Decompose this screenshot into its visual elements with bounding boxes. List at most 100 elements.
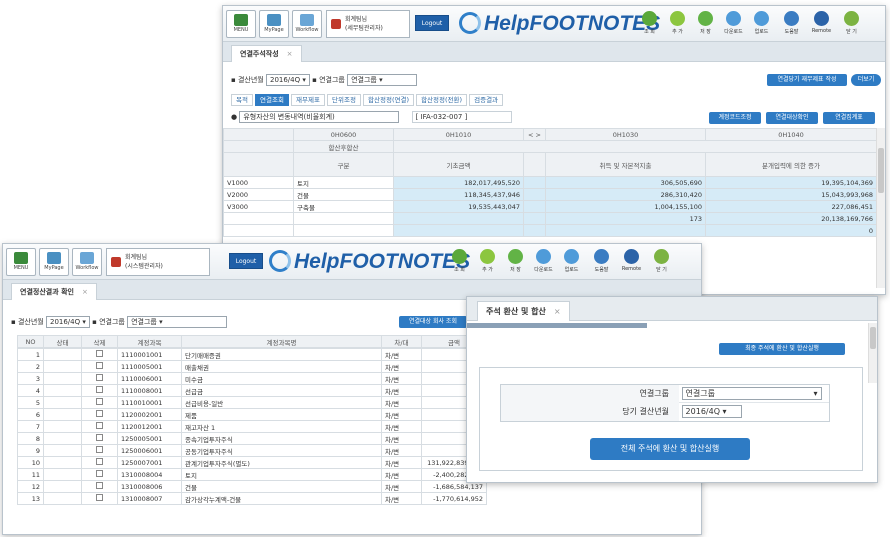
- add-button[interactable]: 추 가: [665, 10, 690, 38]
- row-checkbox[interactable]: [96, 482, 103, 489]
- table-row[interactable]: 13 1310008007 감가상각누계액-건물 차/변 -1,770,614,952: [17, 492, 487, 505]
- mypage-button[interactable]: MyPage: [39, 248, 69, 276]
- subtab-unit[interactable]: 단위조정: [327, 94, 361, 106]
- mypage-icon: [47, 252, 61, 264]
- close-button[interactable]: 닫 기: [649, 248, 674, 276]
- run-all-convert-button[interactable]: 전체 주석에 환산 및 합산실행: [590, 438, 750, 460]
- more-button[interactable]: 더보기: [851, 74, 881, 86]
- period-select[interactable]: 2016/4Q ▾: [45, 316, 90, 328]
- user-info: 회계팀님 (시스템관리자): [106, 248, 210, 276]
- tab-consolidation-check[interactable]: 연결정산결과 확인 ×: [11, 283, 97, 300]
- tab-convert-sum[interactable]: 주석 환산 및 합산 ×: [477, 301, 570, 321]
- row-checkbox[interactable]: [96, 350, 103, 357]
- remote-button[interactable]: Remote: [809, 10, 834, 38]
- save-button[interactable]: 저 장: [693, 10, 718, 38]
- row-checkbox[interactable]: [96, 470, 103, 477]
- grid-scrollbar[interactable]: [876, 128, 885, 288]
- add-button[interactable]: 추 가: [475, 248, 500, 276]
- scroll-thumb[interactable]: [878, 148, 884, 193]
- subtab-verify[interactable]: 검증결과: [469, 94, 504, 106]
- download-button[interactable]: 다운로드: [721, 10, 746, 38]
- subtab-consolidated[interactable]: 연결조회: [255, 94, 289, 106]
- table-row[interactable]: 2 1110005001 매출채권 차/변: [17, 360, 487, 373]
- adjust-accounts-button[interactable]: 계정코드조정: [709, 112, 761, 124]
- search-button[interactable]: 조 회: [447, 248, 472, 276]
- workflow-button[interactable]: Workflow: [292, 10, 322, 38]
- subtab-sum-consol[interactable]: 합산정정(연결): [363, 94, 414, 106]
- create-fs-button[interactable]: 연결당기 재무제표 작성: [767, 74, 847, 86]
- close-icon: [844, 11, 859, 26]
- workflow-icon: [300, 14, 314, 26]
- grid-sub-row: 합산후합산: [223, 140, 877, 153]
- table-row[interactable]: 11 1310008004 토지 차/변 -2,400,282,689: [17, 468, 487, 481]
- table-row[interactable]: V3000 구축물 19,535,443,047 1,004,155,100 227…: [223, 200, 877, 213]
- table-row[interactable]: V2000 건물 118,345,437,946 286,310,420 15,04…: [223, 188, 877, 201]
- row-checkbox[interactable]: [96, 434, 103, 441]
- remote-button[interactable]: Remote: [619, 248, 644, 276]
- upload-button[interactable]: 업로드: [559, 248, 584, 276]
- table-row[interactable]: 9 1250006001 공동기업투자주식 차/변: [17, 444, 487, 457]
- table-row[interactable]: 10 1250007001 관계기업투자주식(별도) 차/변 131,922,839,6…: [17, 456, 487, 469]
- dialog-form: 연결그룹 연결그룹 ▾ 당기 결산년월 2016/4Q ▾ 전체 주석에 환산 및…: [479, 367, 863, 471]
- scroll-thumb[interactable]: [870, 327, 876, 349]
- row-checkbox[interactable]: [96, 374, 103, 381]
- app-toolbar: MENU MyPage Workflow 회계팀님 (세무팀관리자) Logout…: [223, 6, 885, 42]
- logout-button[interactable]: Logout: [415, 15, 449, 31]
- table-row[interactable]: 1 1110001001 단기매매증권 차/변: [17, 348, 487, 361]
- dialog-period-select[interactable]: 2016/4Q ▾: [681, 405, 742, 418]
- row-checkbox[interactable]: [96, 398, 103, 405]
- group-select[interactable]: 연결그룹 ▾: [127, 316, 228, 328]
- help-button[interactable]: 도움말: [589, 248, 614, 276]
- close-button[interactable]: 닫 기: [839, 10, 864, 38]
- view-companies-button[interactable]: 연결대상 회사 조회: [399, 316, 467, 328]
- subtab-purpose[interactable]: 목적: [231, 94, 253, 106]
- table-row[interactable]: 3 1110006001 미수금 차/변: [17, 372, 487, 385]
- accounts-rows: 1 1110001001 단기매매증권 차/변 2 1110005001 매출채권 차/변 3 1…: [17, 348, 487, 505]
- menu-button[interactable]: MENU: [6, 248, 36, 276]
- tab-close-icon[interactable]: ×: [554, 307, 561, 316]
- row-checkbox[interactable]: [96, 422, 103, 429]
- note-code: [ IFA-032-007 ]: [411, 111, 512, 123]
- tab-notes-write[interactable]: 연결주석작성 ×: [231, 45, 302, 62]
- menu-button[interactable]: MENU: [226, 10, 256, 38]
- table-row[interactable]: 12 1310008006 건물 차/변 -1,686,584,137: [17, 480, 487, 493]
- final-convert-button[interactable]: 최종 주석에 환산 및 합산실행: [719, 343, 845, 355]
- dialog-scrollbar[interactable]: [868, 323, 877, 383]
- check-targets-button[interactable]: 연결대상확인: [766, 112, 818, 124]
- tab-close-icon[interactable]: ×: [287, 50, 293, 58]
- table-row[interactable]: 4 1110008001 선급금 차/변: [17, 384, 487, 397]
- workflow-button[interactable]: Workflow: [72, 248, 102, 276]
- note-title-input[interactable]: 유형자산의 변동내역(비율회계): [239, 111, 400, 123]
- row-checkbox[interactable]: [96, 362, 103, 369]
- table-row[interactable]: 173 20,138,169,766: [223, 212, 877, 225]
- tab-close-icon[interactable]: ×: [82, 288, 88, 296]
- grid-code-row: 0H0600 0H1010 < > 0H1030 0H1040: [223, 128, 877, 141]
- notes-grid: 0H0600 0H1010 < > 0H1030 0H1040 합산후합산 구분…: [223, 128, 877, 237]
- row-checkbox[interactable]: [96, 446, 103, 453]
- period-select[interactable]: 2016/4Q ▾: [265, 74, 310, 86]
- save-button[interactable]: 저 장: [503, 248, 528, 276]
- table-row[interactable]: 7 1120012001 재고자산 1 차/변: [17, 420, 487, 433]
- upload-button[interactable]: 업로드: [749, 10, 774, 38]
- search-button[interactable]: 조 회: [637, 10, 662, 38]
- help-button[interactable]: 도움말: [779, 10, 804, 38]
- mypage-icon: [267, 14, 281, 26]
- table-row[interactable]: 6 1120002001 제품 차/변: [17, 408, 487, 421]
- group-select[interactable]: 연결그룹 ▾: [347, 74, 418, 86]
- subtab-fs[interactable]: 재무제표: [291, 94, 325, 106]
- row-checkbox[interactable]: [96, 410, 103, 417]
- row-checkbox[interactable]: [96, 458, 103, 465]
- table-row[interactable]: V1000 토지 182,017,495,520 306,505,690 19,39…: [223, 176, 877, 189]
- table-row[interactable]: 5 1110010001 선급비용-일반 차/변: [17, 396, 487, 409]
- dialog-group-select[interactable]: 연결그룹 ▾: [681, 387, 822, 400]
- download-icon: [726, 11, 741, 26]
- summary-button[interactable]: 연결집계표: [823, 112, 875, 124]
- table-row[interactable]: 0: [223, 224, 877, 237]
- row-checkbox[interactable]: [96, 494, 103, 501]
- table-row[interactable]: 8 1250005001 종속기업투자주식 차/변: [17, 432, 487, 445]
- download-button[interactable]: 다운로드: [531, 248, 556, 276]
- logout-button[interactable]: Logout: [229, 253, 263, 269]
- row-checkbox[interactable]: [96, 386, 103, 393]
- mypage-button[interactable]: MyPage: [259, 10, 289, 38]
- subtab-sum-convert[interactable]: 합산정정(전환): [416, 94, 468, 106]
